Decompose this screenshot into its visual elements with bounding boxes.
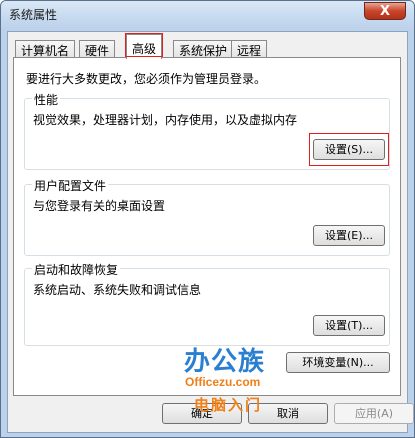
- startup-recovery-title: 启动和故障恢复: [32, 261, 121, 278]
- close-icon: X: [379, 3, 391, 19]
- close-button[interactable]: X: [364, 2, 406, 20]
- user-profiles-group: 用户配置文件 与您登录有关的桌面设置 设置(E)...: [24, 177, 390, 256]
- system-properties-window: 系统属性 X 计算机名 硬件 高级 系统保护 远程 要进行大多数更改，您必须作为…: [0, 0, 415, 438]
- startup-recovery-description: 系统启动、系统失败和调试信息: [33, 283, 202, 297]
- watermark-subtitle: 电脑入门: [194, 396, 263, 414]
- title-bar[interactable]: 系统属性 X: [1, 1, 414, 31]
- user-profiles-settings-button[interactable]: 设置(E)...: [313, 225, 385, 246]
- user-profiles-title: 用户配置文件: [32, 177, 109, 194]
- performance-settings-button[interactable]: 设置(S)...: [309, 133, 389, 166]
- admin-note: 要进行大多数更改，您必须作为管理员登录。: [26, 72, 267, 86]
- performance-group: 性能 视觉效果，处理器计划，内存使用，以及虚拟内存 设置(S)...: [24, 91, 390, 170]
- watermark-logo: 办公族 Officezu.com 电脑入门: [181, 341, 296, 419]
- apply-button[interactable]: 应用(A): [334, 403, 414, 424]
- tab-hardware[interactable]: 硬件: [79, 40, 116, 58]
- tab-remote[interactable]: 远程: [231, 40, 268, 58]
- user-profiles-description: 与您登录有关的桌面设置: [33, 199, 166, 213]
- startup-recovery-group: 启动和故障恢复 系统启动、系统失败和调试信息 设置(T)...: [24, 261, 390, 346]
- startup-recovery-settings-button[interactable]: 设置(T)...: [313, 315, 385, 336]
- tab-advanced[interactable]: 高级: [125, 33, 164, 59]
- tab-computer-name[interactable]: 计算机名: [15, 40, 76, 58]
- performance-description: 视觉效果，处理器计划，内存使用，以及虚拟内存: [33, 113, 298, 127]
- watermark-brand: 办公族: [184, 347, 266, 377]
- environment-variables-button[interactable]: 环境变量(N)...: [286, 352, 390, 373]
- performance-title: 性能: [32, 91, 61, 108]
- watermark-url: Officezu.com: [185, 375, 261, 389]
- window-title: 系统属性: [9, 8, 58, 22]
- tab-system-protection[interactable]: 系统保护: [173, 40, 234, 58]
